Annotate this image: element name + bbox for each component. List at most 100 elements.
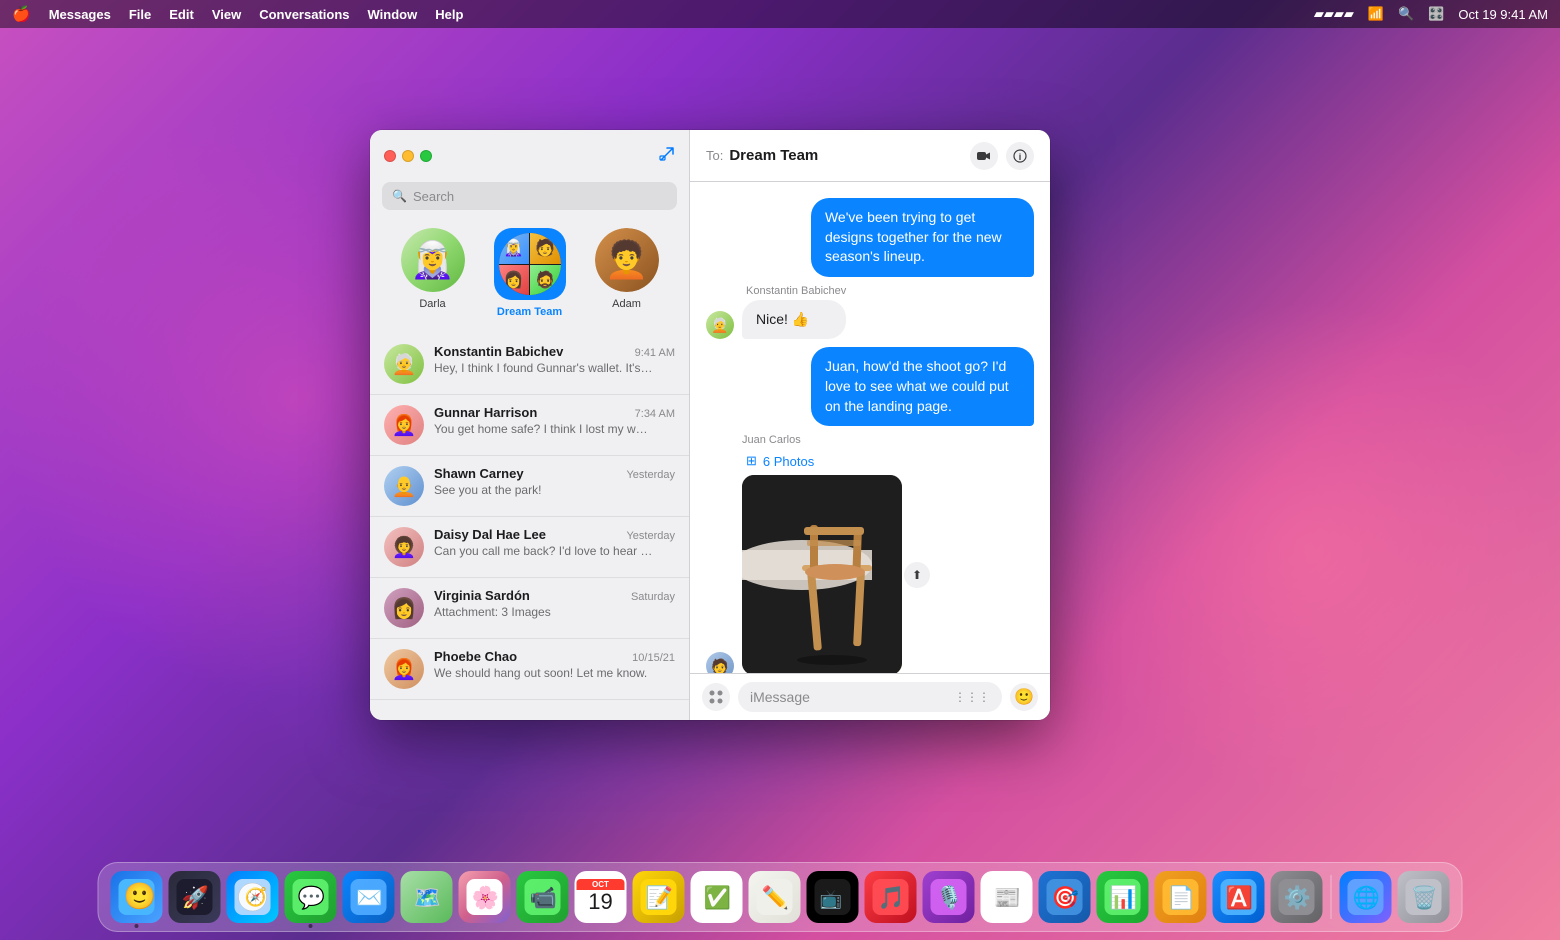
menu-edit[interactable]: Edit — [169, 7, 194, 22]
menu-view[interactable]: View — [212, 7, 241, 22]
conv-preview-shawn: See you at the park! — [434, 483, 654, 497]
dock-appstore[interactable]: 🅰️ — [1213, 871, 1265, 923]
menu-messages[interactable]: Messages — [49, 7, 111, 22]
close-button[interactable] — [384, 150, 396, 162]
svg-text:🚀: 🚀 — [182, 885, 209, 910]
conv-info-gunnar: Gunnar Harrison 7:34 AM You get home saf… — [434, 405, 675, 436]
apps-button[interactable] — [702, 683, 730, 711]
input-area: iMessage ⋮⋮⋮ 🙂 — [690, 673, 1050, 720]
conv-name-shawn: Shawn Carney — [434, 466, 620, 481]
waveform-icon: ⋮⋮⋮ — [954, 690, 990, 704]
dock-notes[interactable]: 📝 — [633, 871, 685, 923]
msg-content-konstantin: Konstantin Babichev Nice! 👍 — [742, 285, 846, 340]
dock-keynote[interactable]: 🎯 — [1039, 871, 1091, 923]
conv-name-konstantin: Konstantin Babichev — [434, 344, 629, 359]
dock-trash[interactable]: 🗑️ — [1398, 871, 1450, 923]
dock-freeform[interactable]: ✏️ — [749, 871, 801, 923]
conv-item-shawn[interactable]: 🧑‍🦲 Shawn Carney Yesterday See you at th… — [370, 456, 689, 517]
chat-name: Dream Team — [729, 147, 818, 164]
conv-item-phoebe[interactable]: 👩‍🦰 Phoebe Chao 10/15/21 We should hang … — [370, 639, 689, 700]
pinned-darla[interactable]: 🧝‍♀️ Darla — [401, 228, 465, 318]
pinned-name-dreamteam: Dream Team — [497, 306, 562, 318]
pinned-dreamteam[interactable]: 🧝‍♀️ 🧑 👩 🧔 Dream Team — [494, 228, 566, 318]
bubble-out-2: Juan, how'd the shoot go? I'd love to se… — [811, 347, 1034, 426]
dock: 🙂 🚀 🧭 💬 ✉️ 🗺️ 🌸 📹 OCT 19 📝 ✅ ✏️ — [98, 862, 1463, 932]
chat-panel: To: Dream Team i We've been trying to ge — [690, 130, 1050, 720]
apple-menu[interactable]: 🍎 — [12, 5, 31, 23]
conv-item-daisy[interactable]: 👩‍🦱 Daisy Dal Hae Lee Yesterday Can you … — [370, 517, 689, 578]
avatar-gunnar: 👩‍🦰 — [384, 405, 424, 445]
conv-name-phoebe: Phoebe Chao — [434, 649, 626, 664]
msg-content-juan: ⊞ 6 Photos — [742, 453, 902, 673]
menu-file[interactable]: File — [129, 7, 151, 22]
dock-finder[interactable]: 🙂 — [111, 871, 163, 923]
conv-info-konstantin: Konstantin Babichev 9:41 AM Hey, I think… — [434, 344, 675, 375]
conv-info-daisy: Daisy Dal Hae Lee Yesterday Can you call… — [434, 527, 675, 558]
message-input-field[interactable]: iMessage ⋮⋮⋮ — [738, 682, 1002, 712]
svg-text:✏️: ✏️ — [762, 884, 789, 910]
avatar-phoebe: 👩‍🦰 — [384, 649, 424, 689]
conv-name-gunnar: Gunnar Harrison — [434, 405, 629, 420]
control-center-icon[interactable]: 🎛️ — [1428, 6, 1444, 22]
search-status-icon[interactable]: 🔍 — [1398, 6, 1414, 22]
pinned-adam[interactable]: 🧑‍🦱 Adam — [595, 228, 659, 318]
video-call-button[interactable] — [970, 142, 998, 170]
conv-info-phoebe: Phoebe Chao 10/15/21 We should hang out … — [434, 649, 675, 680]
bubble-in-konstantin: Nice! 👍 — [742, 300, 846, 340]
dock-system-preferences[interactable]: ⚙️ — [1271, 871, 1323, 923]
avatar-dreamteam: 🧝‍♀️ 🧑 👩 🧔 — [494, 228, 566, 300]
svg-text:💬: 💬 — [298, 885, 325, 910]
svg-text:🙂: 🙂 — [124, 881, 155, 911]
svg-text:🎵: 🎵 — [878, 885, 905, 910]
dock-safari[interactable]: 🧭 — [227, 871, 279, 923]
msg-row-juan: 🧑 ⊞ 6 Photos — [706, 453, 1034, 673]
avatar-adam: 🧑‍🦱 — [595, 228, 659, 292]
dock-facetime[interactable]: 📹 — [517, 871, 569, 923]
compose-button[interactable] — [659, 146, 675, 167]
avatar-shawn: 🧑‍🦲 — [384, 466, 424, 506]
chat-header: To: Dream Team i — [690, 130, 1050, 182]
photo-chair[interactable] — [742, 475, 902, 673]
battery-icon: ▰▰▰▰ — [1314, 6, 1354, 22]
sidebar-titlebar — [370, 130, 689, 182]
dock-appletv[interactable]: 📺 — [807, 871, 859, 923]
dock-screensaver[interactable]: 🌐 — [1340, 871, 1392, 923]
dock-music[interactable]: 🎵 — [865, 871, 917, 923]
dock-news[interactable]: 📰 — [981, 871, 1033, 923]
svg-text:🌸: 🌸 — [472, 885, 499, 910]
conversation-list: 🧑‍🦳 Konstantin Babichev 9:41 AM Hey, I t… — [370, 334, 689, 720]
avatar-virginia: 👩 — [384, 588, 424, 628]
conv-item-konstantin[interactable]: 🧑‍🦳 Konstantin Babichev 9:41 AM Hey, I t… — [370, 334, 689, 395]
conv-preview-phoebe: We should hang out soon! Let me know. — [434, 666, 654, 680]
dock-photos[interactable]: 🌸 — [459, 871, 511, 923]
bubble-out-1: We've been trying to get designs togethe… — [811, 198, 1034, 277]
msg-sender-konstantin: Konstantin Babichev — [746, 285, 846, 297]
dock-reminders[interactable]: ✅ — [691, 871, 743, 923]
svg-text:🗑️: 🗑️ — [1411, 885, 1438, 910]
avatar-daisy: 👩‍🦱 — [384, 527, 424, 567]
minimize-button[interactable] — [402, 150, 414, 162]
conv-time-shawn: Yesterday — [626, 469, 675, 481]
search-bar[interactable]: 🔍 Search — [382, 182, 677, 210]
conv-item-gunnar[interactable]: 👩‍🦰 Gunnar Harrison 7:34 AM You get home… — [370, 395, 689, 456]
dock-podcasts[interactable]: 🎙️ — [923, 871, 975, 923]
messages-window: 🔍 Search 🧝‍♀️ Darla 🧝‍♀️ 🧑 — [370, 130, 1050, 720]
share-button[interactable]: ⬆ — [904, 562, 930, 588]
dock-mail[interactable]: ✉️ — [343, 871, 395, 923]
svg-text:📰: 📰 — [994, 885, 1021, 910]
dock-numbers[interactable]: 📊 — [1097, 871, 1149, 923]
dock-pages[interactable]: 📄 — [1155, 871, 1207, 923]
dock-messages[interactable]: 💬 — [285, 871, 337, 923]
menu-window[interactable]: Window — [368, 7, 418, 22]
conv-item-virginia[interactable]: 👩 Virginia Sardón Saturday Attachment: 3… — [370, 578, 689, 639]
zoom-button[interactable] — [420, 150, 432, 162]
conv-name-virginia: Virginia Sardón — [434, 588, 625, 603]
dock-launchpad[interactable]: 🚀 — [169, 871, 221, 923]
dock-calendar[interactable]: OCT 19 — [575, 871, 627, 923]
menu-conversations[interactable]: Conversations — [259, 7, 349, 22]
emoji-button[interactable]: 🙂 — [1010, 683, 1038, 711]
info-button[interactable]: i — [1006, 142, 1034, 170]
menu-help[interactable]: Help — [435, 7, 463, 22]
svg-text:🗺️: 🗺️ — [414, 885, 441, 910]
dock-maps[interactable]: 🗺️ — [401, 871, 453, 923]
